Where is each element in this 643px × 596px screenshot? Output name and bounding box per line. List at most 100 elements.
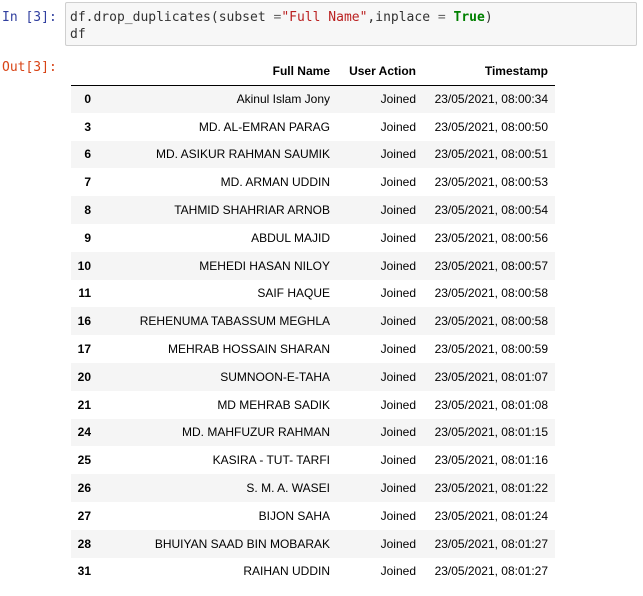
cell-full-name: ABDUL MAJID <box>251 230 330 245</box>
cell-timestamp: 23/05/2021, 08:01:22 <box>434 481 548 496</box>
cell-timestamp: 23/05/2021, 08:00:56 <box>434 230 548 245</box>
cell-user-action: Joined <box>380 92 416 107</box>
code-text: df.drop_duplicates(subset <box>70 10 274 25</box>
table-row: 27 BIJON SAHA Joined 23/05/2021, 08:01:24 <box>71 501 555 530</box>
cell-full-name: MEHEDI HASAN NILOY <box>199 258 330 273</box>
cell-full-name: TAHMID SHAHRIAR ARNOB <box>174 203 330 218</box>
table-row: 21 MD MEHRAB SADIK Joined 23/05/2021, 08:01… <box>71 390 555 419</box>
row-index: 25 <box>77 453 91 468</box>
row-index: 26 <box>77 481 91 496</box>
dataframe-table: Full Name User Action Timestamp 0 Akinul … <box>71 57 555 586</box>
row-index: 20 <box>77 369 91 384</box>
cell-user-action: Joined <box>380 147 416 162</box>
code-keyword: True <box>453 10 485 25</box>
code-text: df <box>70 27 86 42</box>
cell-user-action: Joined <box>380 286 416 301</box>
cell-user-action: Joined <box>380 230 416 245</box>
code-text: ,inplace <box>367 10 438 25</box>
row-index: 6 <box>84 147 91 162</box>
table-row: 20 SUMNOON-E-TAHA Joined 23/05/2021, 08:01:… <box>71 362 555 391</box>
row-index: 10 <box>77 258 91 273</box>
cell-timestamp: 23/05/2021, 08:00:54 <box>434 203 548 218</box>
cell-full-name: BIJON SAHA <box>258 508 330 523</box>
row-index: 16 <box>77 314 91 329</box>
cell-user-action: Joined <box>380 369 416 384</box>
input-prompt: In [3]: <box>2 10 57 25</box>
cell-timestamp: 23/05/2021, 08:01:07 <box>434 369 548 384</box>
output-prompt: Out[3]: <box>2 60 57 75</box>
cell-full-name: S. M. A. WASEI <box>246 481 330 496</box>
cell-user-action: Joined <box>380 508 416 523</box>
table-header-row: Full Name User Action Timestamp <box>71 57 555 86</box>
cell-full-name: SAIF HAQUE <box>257 286 330 301</box>
code-text: ) <box>484 10 493 25</box>
code-input-cell[interactable]: df.drop_duplicates(subset = "Full Name",i… <box>65 2 637 46</box>
cell-full-name: REHENUMA TABASSUM MEGHLA <box>139 314 330 329</box>
cell-user-action: Joined <box>380 536 416 551</box>
cell-full-name: MD. AL-EMRAN PARAG <box>198 119 330 134</box>
table-row: 6 MD. ASIKUR RAHMAN SAUMIK Joined 23/05/202… <box>71 140 555 169</box>
cell-full-name: KASIRA - TUT- TARFI <box>212 453 330 468</box>
table-row: 16 REHENUMA TABASSUM MEGHLA Joined 23/05/20… <box>71 307 555 336</box>
cell-full-name: Akinul Islam Jony <box>236 92 330 107</box>
row-index: 31 <box>77 564 91 579</box>
table-row: 31 RAIHAN UDDIN Joined 23/05/2021, 08:01:27 <box>71 557 555 586</box>
row-index: 7 <box>84 175 91 190</box>
code-string: "Full Name" <box>281 10 368 25</box>
cell-timestamp: 23/05/2021, 08:00:57 <box>434 258 548 273</box>
row-index: 3 <box>84 119 91 134</box>
row-index: 9 <box>84 230 91 245</box>
table-row: 3 MD. AL-EMRAN PARAG Joined 23/05/2021, 08:… <box>71 112 555 141</box>
cell-full-name: RAIHAN UDDIN <box>243 564 330 579</box>
row-index: 27 <box>77 508 91 523</box>
cell-full-name: MD. ARMAN UDDIN <box>220 175 330 190</box>
cell-full-name: MD MEHRAB SADIK <box>217 397 330 412</box>
column-header-user-action: User Action <box>337 57 423 86</box>
cell-full-name: MD. MAHFUZUR RAHMAN <box>182 425 330 440</box>
cell-timestamp: 23/05/2021, 08:00:50 <box>434 119 548 134</box>
cell-timestamp: 23/05/2021, 08:00:34 <box>434 92 548 107</box>
row-index: 24 <box>77 425 91 440</box>
table-row: 24 MD. MAHFUZUR RAHMAN Joined 23/05/2021, 0… <box>71 418 555 447</box>
table-row: 7 MD. ARMAN UDDIN Joined 23/05/2021, 08:00:… <box>71 168 555 197</box>
row-index: 0 <box>84 92 91 107</box>
table-row: 17 MEHRAB HOSSAIN SHARAN Joined 23/05/2021,… <box>71 335 555 363</box>
row-index: 11 <box>78 286 91 301</box>
cell-timestamp: 23/05/2021, 08:01:08 <box>434 397 548 412</box>
table-row: 26 S. M. A. WASEI Joined 23/05/2021, 08:01:… <box>71 474 555 502</box>
cell-full-name: MD. ASIKUR RAHMAN SAUMIK <box>155 147 330 162</box>
cell-user-action: Joined <box>380 314 416 329</box>
table-row: 10 MEHEDI HASAN NILOY Joined 23/05/2021, 08… <box>71 251 555 280</box>
cell-user-action: Joined <box>380 203 416 218</box>
code-operator: = <box>437 10 446 25</box>
cell-timestamp: 23/05/2021, 08:00:51 <box>434 147 548 162</box>
cell-full-name: SUMNOON-E-TAHA <box>220 369 330 384</box>
column-header-timestamp: Timestamp <box>423 57 555 86</box>
cell-timestamp: 23/05/2021, 08:01:27 <box>434 536 548 551</box>
cell-timestamp: 23/05/2021, 08:01:15 <box>434 425 548 440</box>
cell-full-name: BHUIYAN SAAD BIN MOBARAK <box>154 536 330 551</box>
row-index: 28 <box>77 536 91 551</box>
row-index: 21 <box>77 397 91 412</box>
table-row: 28 BHUIYAN SAAD BIN MOBARAK Joined 23/05/20… <box>71 529 555 558</box>
cell-timestamp: 23/05/2021, 08:01:24 <box>434 508 548 523</box>
table-row: 25 KASIRA - TUT- TARFI Joined 23/05/2021, 0… <box>71 446 555 475</box>
cell-user-action: Joined <box>380 481 416 496</box>
row-index: 17 <box>77 342 91 357</box>
cell-user-action: Joined <box>380 397 416 412</box>
cell-timestamp: 23/05/2021, 08:01:27 <box>434 564 548 579</box>
cell-user-action: Joined <box>380 342 416 357</box>
cell-timestamp: 23/05/2021, 08:00:58 <box>434 314 548 329</box>
cell-user-action: Joined <box>380 425 416 440</box>
table-row: 11 SAIF HAQUE Joined 23/05/2021, 08:00:58 <box>71 279 555 308</box>
table-row: 9 ABDUL MAJID Joined 23/05/2021, 08:00:56 <box>71 223 555 252</box>
table-row: 8 TAHMID SHAHRIAR ARNOB Joined 23/05/2021, … <box>71 196 555 224</box>
column-header-full-name: Full Name <box>97 57 337 86</box>
cell-user-action: Joined <box>380 564 416 579</box>
cell-timestamp: 23/05/2021, 08:00:58 <box>434 286 548 301</box>
row-index: 8 <box>84 203 91 218</box>
table-body: 0 Akinul Islam Jony Joined 23/05/2021, 08:0… <box>71 85 555 586</box>
cell-timestamp: 23/05/2021, 08:00:59 <box>434 342 548 357</box>
cell-user-action: Joined <box>380 453 416 468</box>
